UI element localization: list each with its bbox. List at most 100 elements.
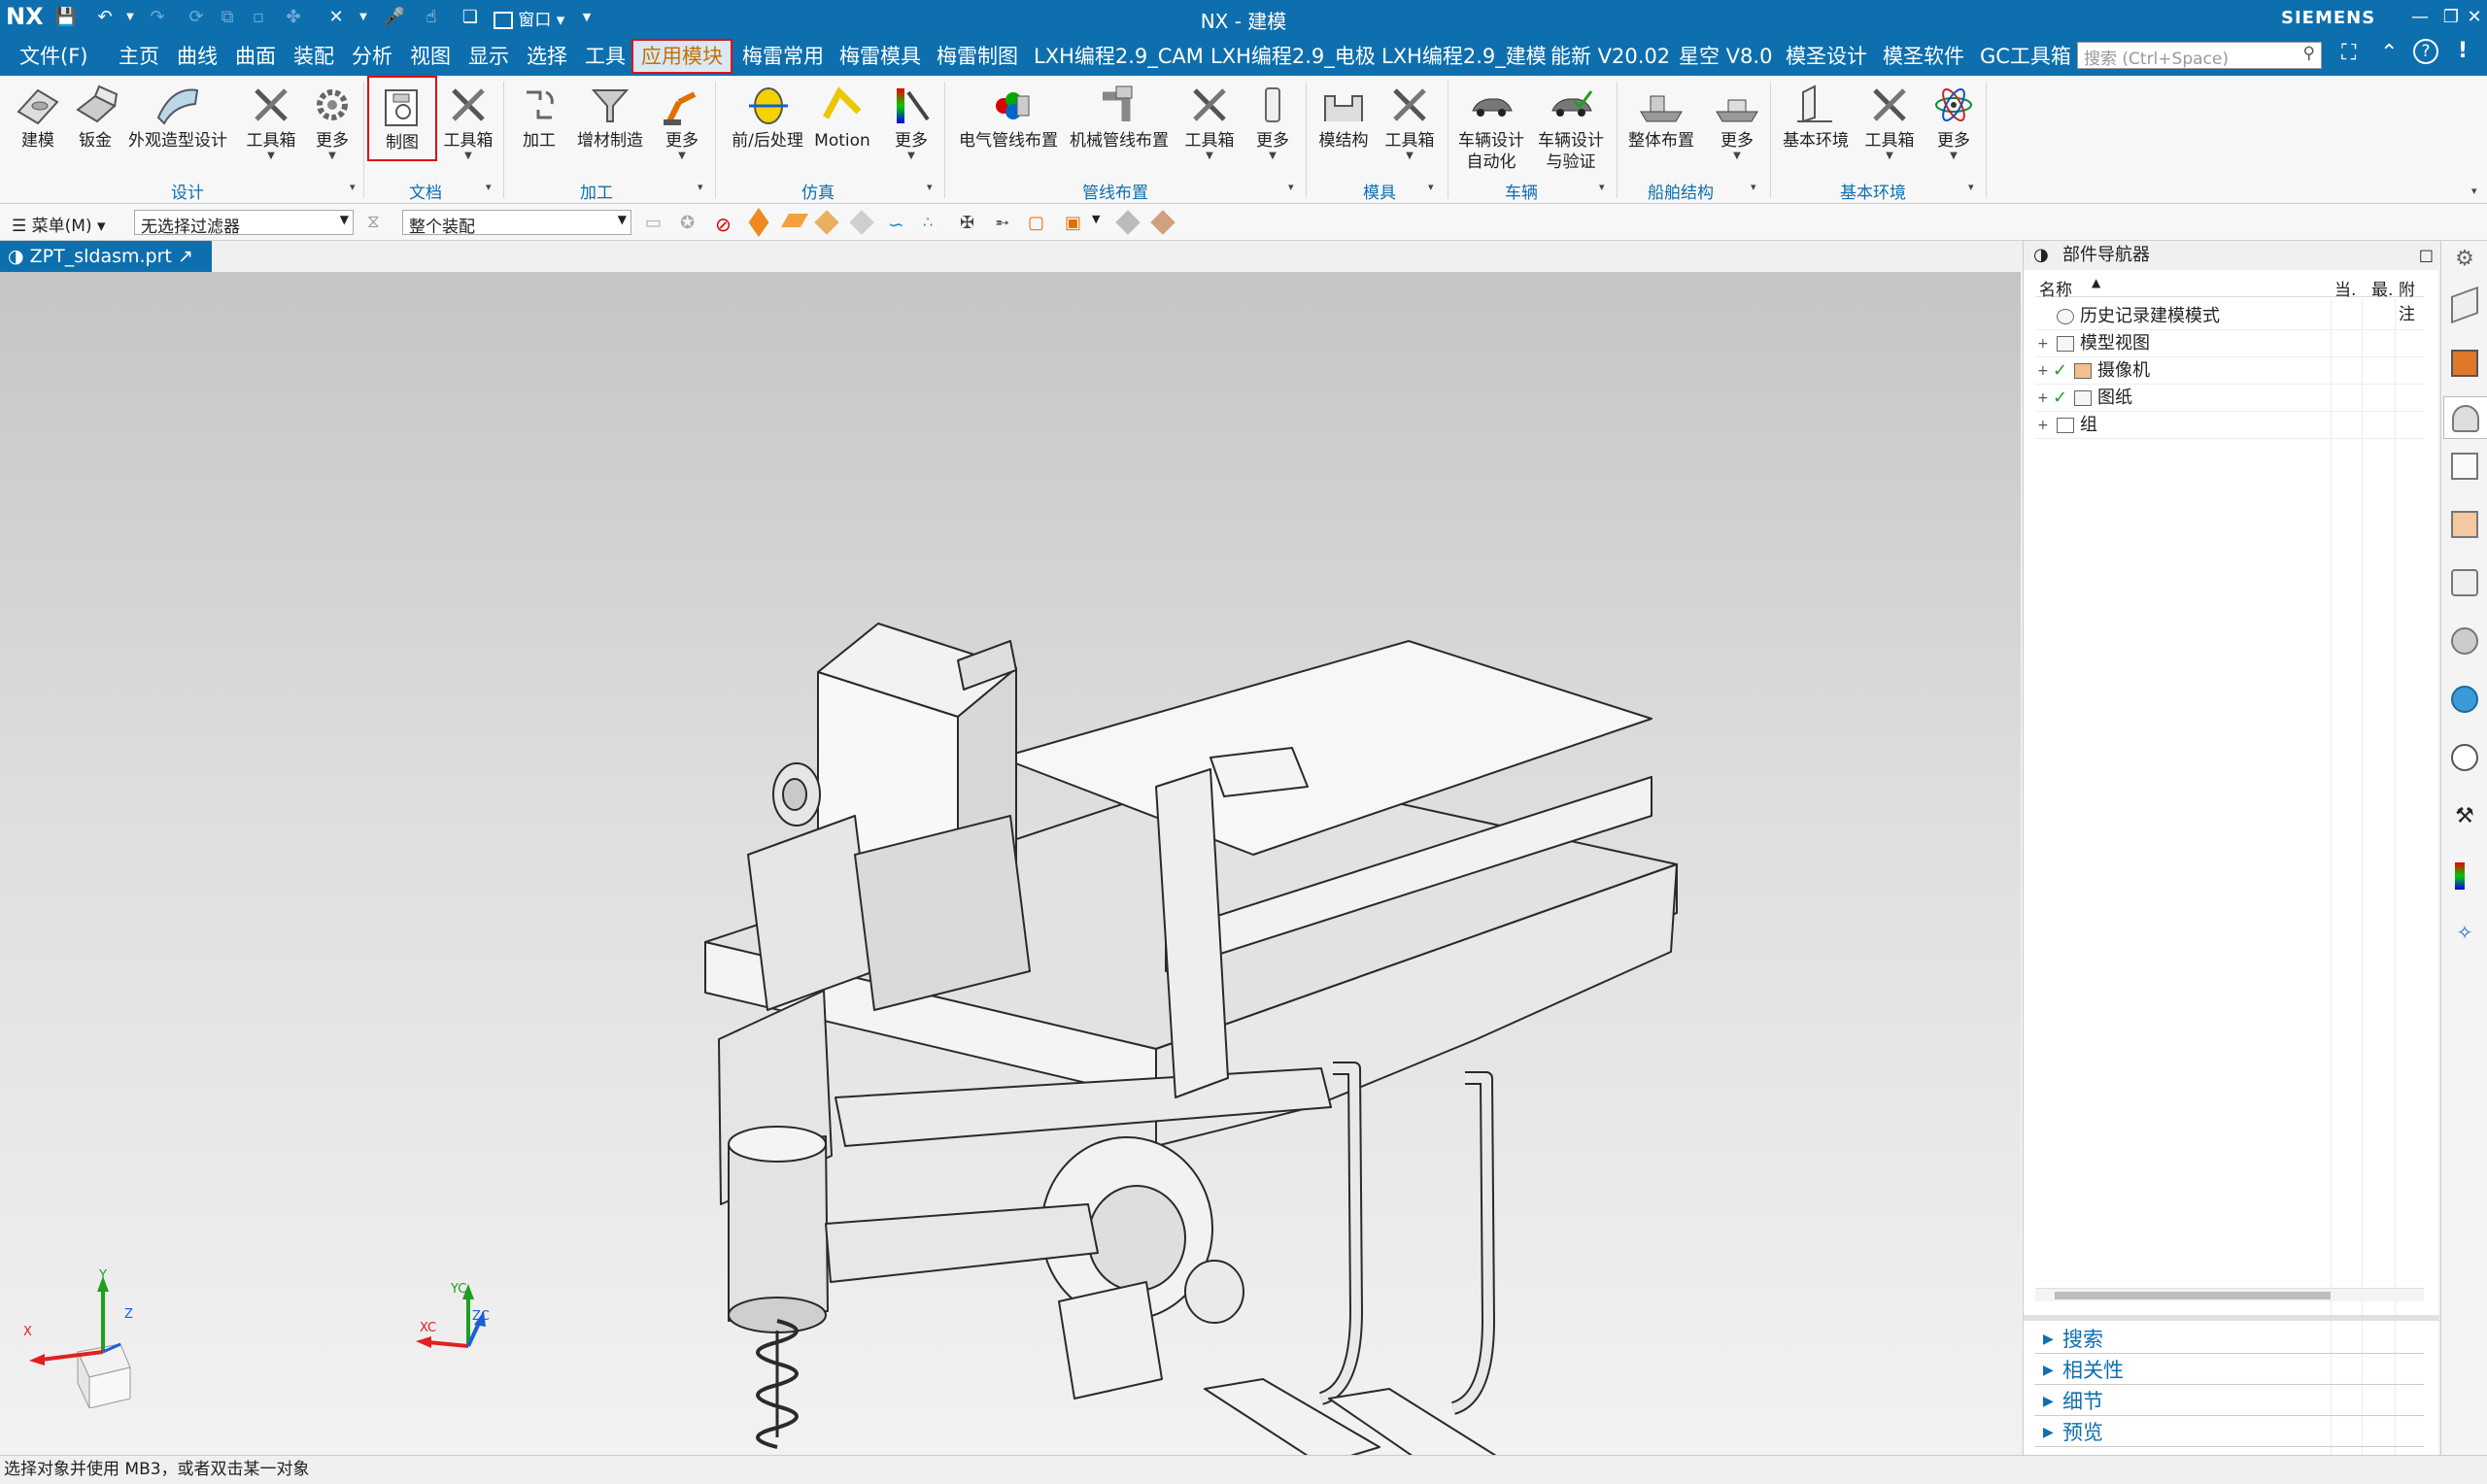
- column-latest[interactable]: 最.: [2371, 276, 2393, 300]
- scrollbar-thumb[interactable]: [2055, 1292, 2331, 1299]
- tree-row-cameras[interactable]: + ✓ 摄像机: [2035, 357, 2424, 385]
- pre-post-button[interactable]: 前/后处理: [721, 80, 814, 152]
- simulation-more-button[interactable]: 更多 ▼: [884, 80, 938, 161]
- menu-lxh-cam[interactable]: LXH编程2.9_CAM: [1030, 41, 1208, 72]
- hd3d-tools-icon[interactable]: [2451, 511, 2478, 538]
- notification-icon[interactable]: !: [2458, 39, 2468, 63]
- select-feature-icon[interactable]: ▭: [645, 213, 666, 233]
- check-icon[interactable]: ✓: [2053, 357, 2067, 385]
- design-toolbox-button[interactable]: 工具箱 ▼: [241, 80, 301, 161]
- menu-mosheng-design[interactable]: 模圣设计: [1782, 41, 1871, 72]
- menu-applications[interactable]: 应用模块: [631, 39, 732, 74]
- ship-layout-button[interactable]: 整体布置: [1622, 80, 1700, 152]
- group-expand-icon[interactable]: ▾: [1751, 181, 1756, 193]
- tree-row-drawings[interactable]: + ✓ 图纸: [2035, 385, 2424, 412]
- menu-surface[interactable]: 曲面: [231, 41, 280, 72]
- menu-meilei-drafting[interactable]: 梅雷制图: [933, 41, 1022, 72]
- vehicle-verify-button[interactable]: 车辆设计与验证: [1533, 80, 1609, 173]
- assembly-navigator-icon[interactable]: [2451, 286, 2478, 324]
- roles-icon[interactable]: ✧: [2451, 921, 2478, 948]
- snap-dropdown-icon[interactable]: ▼: [1092, 213, 1113, 232]
- menu-nengxin[interactable]: 能新 V20.02: [1547, 41, 1674, 72]
- tree-row-model-views[interactable]: + 模型视图: [2035, 330, 2424, 357]
- tree-row-history-mode[interactable]: 历史记录建模模式: [2035, 303, 2424, 330]
- menu-assembly[interactable]: 装配: [290, 41, 338, 72]
- command-search-input[interactable]: 搜索 (Ctrl+Space) ⚲: [2077, 42, 2322, 69]
- menu-tools[interactable]: 工具: [581, 41, 630, 72]
- group-expand-icon[interactable]: ▾: [1428, 181, 1434, 193]
- checkbox-icon[interactable]: [2057, 418, 2074, 433]
- section-details[interactable]: ▶ 细节: [2035, 1387, 2424, 1416]
- group-expand-icon[interactable]: ▾: [1968, 181, 1974, 193]
- maximize-panel-icon[interactable]: □: [2419, 241, 2434, 270]
- section-search[interactable]: ▶ 搜索: [2035, 1325, 2424, 1354]
- menu-select[interactable]: 选择: [523, 41, 571, 72]
- electrical-routing-button[interactable]: 电气管线布置: [950, 80, 1067, 152]
- reuse-library-icon[interactable]: [2451, 453, 2478, 480]
- manufacturing-button[interactable]: 加工: [509, 80, 569, 152]
- settings-gear-icon[interactable]: ⚙: [2451, 247, 2478, 274]
- select-solid-icon[interactable]: [814, 210, 839, 235]
- snap-point-icon[interactable]: ✠: [960, 213, 981, 233]
- constraint-navigator-icon[interactable]: [2451, 350, 2478, 377]
- filter-reset-icon[interactable]: ⧖: [367, 212, 380, 232]
- drafting-button[interactable]: 制图: [367, 76, 437, 161]
- menu-meilei-mold[interactable]: 梅雷模具: [835, 41, 925, 72]
- document-tab[interactable]: ◑ ZPT_sldasm.prt ↗ ✕: [0, 241, 212, 298]
- horizontal-scrollbar[interactable]: [2035, 1288, 2424, 1301]
- select-curve-icon[interactable]: ∽: [888, 213, 909, 236]
- menu-view[interactable]: 视图: [406, 41, 455, 72]
- env-more-button[interactable]: 更多 ▼: [1925, 80, 1982, 161]
- mechanical-routing-button[interactable]: 机械管线布置: [1067, 80, 1172, 152]
- section-preview[interactable]: ▶ 预览: [2035, 1418, 2424, 1447]
- design-more-button[interactable]: 更多 ▼: [305, 80, 359, 161]
- menu-display[interactable]: 显示: [464, 41, 513, 72]
- sheet-metal-button[interactable]: 钣金: [70, 80, 120, 152]
- menu-lxh-modeling[interactable]: LXH编程2.9_建模: [1378, 41, 1550, 72]
- check-icon[interactable]: ✓: [2053, 385, 2067, 412]
- web-browser-icon[interactable]: [2451, 569, 2478, 596]
- basic-environment-button[interactable]: 基本环境: [1776, 80, 1856, 152]
- menu-curve[interactable]: 曲线: [173, 41, 221, 72]
- group-expand-icon[interactable]: ▾: [486, 181, 492, 193]
- mold-structure-button[interactable]: 模结构: [1312, 80, 1376, 152]
- minimize-button[interactable]: —: [2403, 4, 2436, 31]
- select-assembly-icon[interactable]: ✪: [680, 213, 701, 233]
- menu-xingkong[interactable]: 星空 V8.0: [1675, 41, 1776, 72]
- assembly-model[interactable]: [0, 272, 2021, 1455]
- selection-scope-dropdown[interactable]: 整个装配 ▼: [402, 210, 631, 237]
- ship-more-button[interactable]: 更多 ▼: [1706, 80, 1768, 161]
- manufacturing-more-button[interactable]: 更多 ▼: [653, 80, 711, 161]
- routing-toolbox-button[interactable]: 工具箱 ▼: [1179, 80, 1240, 161]
- snap-endpoint-icon[interactable]: ➵: [995, 213, 1016, 233]
- full-screen-icon[interactable]: ⛶: [2341, 41, 2356, 65]
- panel-splitter[interactable]: [2024, 1315, 2439, 1321]
- main-menu-button[interactable]: ☰ 菜单(M) ▾: [12, 212, 106, 236]
- menu-analysis[interactable]: 分析: [348, 41, 396, 72]
- help-icon[interactable]: ?: [2413, 39, 2438, 64]
- snap-midpoint-icon[interactable]: ▢: [1028, 213, 1049, 233]
- vehicle-design-automation-button[interactable]: 车辆设计自动化: [1453, 80, 1529, 173]
- history-palette-icon[interactable]: [2451, 627, 2478, 655]
- color-palette-icon[interactable]: [2455, 862, 2465, 890]
- snap-center-icon[interactable]: ▣: [1065, 213, 1086, 233]
- group-expand-icon[interactable]: ▾: [698, 181, 703, 193]
- tab-popout-icon[interactable]: ↗: [178, 246, 193, 267]
- expand-icon[interactable]: +: [2037, 357, 2049, 385]
- globe-icon[interactable]: [2451, 686, 2478, 713]
- modeling-button[interactable]: 建模: [8, 80, 68, 152]
- section-dependencies[interactable]: ▶ 相关性: [2035, 1356, 2424, 1385]
- column-name[interactable]: 名称: [2039, 276, 2072, 300]
- part-navigator-tab[interactable]: [2443, 396, 2487, 439]
- select-body-icon[interactable]: [748, 208, 769, 237]
- collapse-ribbon-icon[interactable]: ⌃: [2380, 41, 2398, 65]
- select-face-icon[interactable]: [780, 214, 809, 227]
- select-sheet-icon[interactable]: [849, 210, 874, 235]
- column-current[interactable]: 当.: [2334, 276, 2356, 300]
- group-expand-icon[interactable]: ▾: [927, 181, 933, 193]
- expand-icon[interactable]: +: [2037, 385, 2049, 412]
- group-expand-icon[interactable]: ▾: [1599, 181, 1605, 193]
- group-expand-icon[interactable]: ▾: [1288, 181, 1294, 193]
- tools-icon[interactable]: ⚒: [2451, 804, 2478, 831]
- tree-row-groups[interactable]: + 组: [2035, 412, 2424, 439]
